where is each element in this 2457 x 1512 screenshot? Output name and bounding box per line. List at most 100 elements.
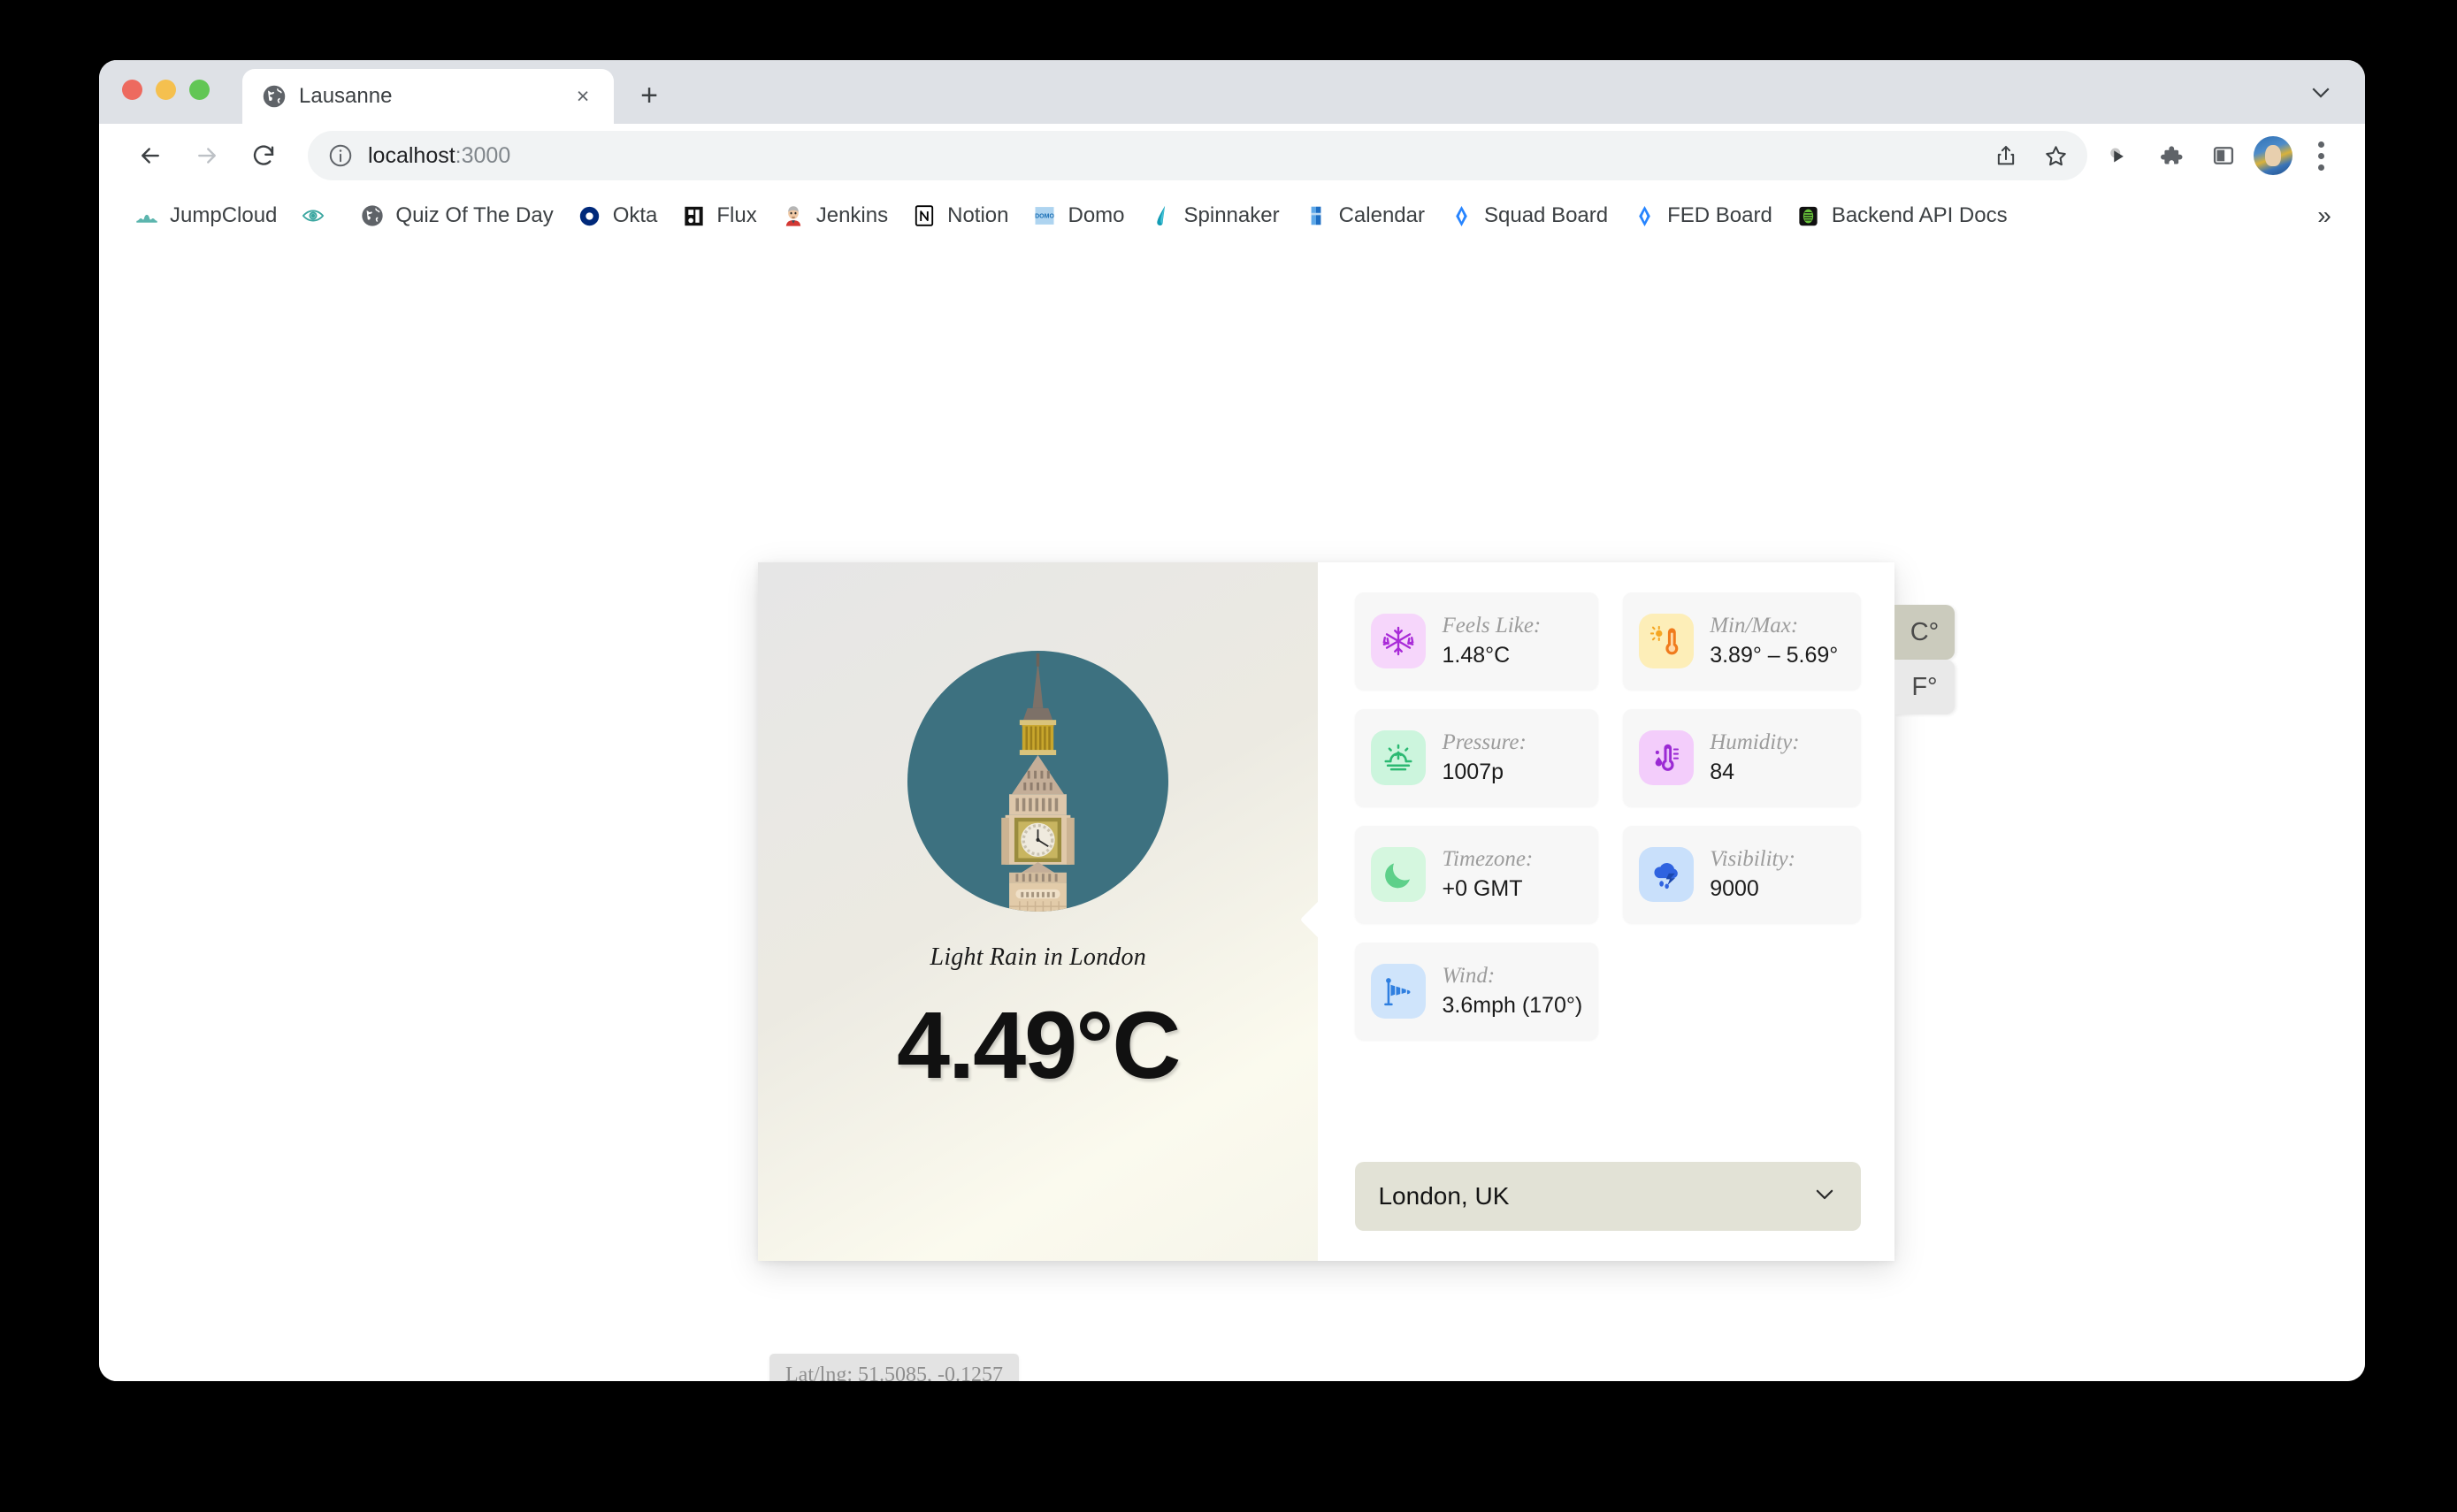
url-text: localhost:3000 (368, 143, 1983, 169)
jira-diamond-icon (1448, 202, 1474, 229)
bookmark-flux[interactable]: Flux (669, 195, 768, 236)
browser-tab[interactable]: Lausanne × (242, 69, 614, 124)
celsius-button[interactable]: C° (1894, 605, 1955, 660)
info-circle-icon[interactable] (327, 142, 354, 169)
bookmark-label: FED Board (1667, 203, 1772, 227)
extensions-puzzle-icon[interactable] (2147, 133, 2193, 179)
new-tab-button[interactable]: + (626, 73, 672, 118)
globe-icon (359, 202, 386, 229)
globe-icon (262, 84, 287, 109)
share-icon[interactable] (1983, 133, 2029, 179)
weather-stats-grid: Feels Like: 1.48°C Min/Max: 3.89° – 5.69… (1355, 592, 1861, 1040)
bookmark-star-icon[interactable] (2032, 133, 2078, 179)
bookmark-squad-board[interactable]: Squad Board (1436, 195, 1619, 236)
bookmark-label: Backend API Docs (1831, 203, 2008, 227)
url-port: :3000 (455, 142, 511, 168)
rain-cloud-icon (1639, 847, 1695, 902)
weather-details-panel: Feels Like: 1.48°C Min/Max: 3.89° – 5.69… (1318, 562, 1894, 1261)
profile-avatar[interactable] (2254, 136, 2292, 175)
weather-card: Light Rain in London 4.49°C Feels Like: … (758, 562, 1894, 1261)
bookmark-label: Domo (1068, 203, 1125, 227)
stat-label: Min/Max: (1710, 614, 1799, 638)
browser-toolbar: localhost:3000 (99, 124, 2365, 187)
bookmark-calendar[interactable]: Calendar (1291, 195, 1436, 236)
media-play-icon[interactable] (2094, 133, 2140, 179)
weather-condition: Light Rain in London (930, 943, 1146, 971)
weather-widget: C° F° Light Rain in London 4.49°C Feels … (758, 562, 1955, 1261)
bookmark-jumpcloud[interactable]: JumpCloud (122, 195, 288, 236)
minimize-window-button[interactable] (156, 79, 176, 100)
bookmark-jenkins[interactable]: Jenkins (769, 195, 899, 236)
tab-title: Lausanne (299, 84, 393, 108)
stat-label: Timezone: (1442, 847, 1534, 871)
temperature-display: 4.49°C (897, 991, 1181, 1098)
thermometer-sun-icon (1639, 614, 1695, 668)
calendar-icon (1303, 202, 1329, 229)
city-select[interactable]: London, UK (1355, 1162, 1861, 1231)
stat-body: Timezone: +0 GMT (1442, 847, 1533, 902)
stat-feels-like: Feels Like: 1.48°C (1355, 592, 1599, 690)
stat-body: Feels Like: 1.48°C (1442, 614, 1541, 668)
stat-label: Pressure: (1442, 730, 1527, 754)
bookmark-spinnaker[interactable]: Spinnaker (1137, 195, 1291, 236)
stat-humidity: Humidity: 84 (1623, 709, 1861, 806)
unit-toggle-group: C° F° (1894, 605, 1955, 714)
svg-text:DOMO: DOMO (1036, 213, 1055, 219)
eye-icon (300, 202, 326, 229)
bookmark-domo[interactable]: DOMO Domo (1020, 195, 1136, 236)
stat-body: Min/Max: 3.89° – 5.69° (1710, 614, 1838, 668)
forward-arrow-icon[interactable] (182, 131, 232, 180)
kebab-menu-icon[interactable] (2300, 133, 2342, 179)
stat-visibility: Visibility: 9000 (1623, 826, 1861, 923)
bookmark-label: Spinnaker (1183, 203, 1280, 227)
bookmark-label: Calendar (1338, 203, 1425, 227)
jenkins-butler-icon (780, 202, 807, 229)
stat-value: 9000 (1710, 876, 1759, 901)
bookmark-label: Okta (612, 203, 658, 227)
snowflake-icon (1371, 614, 1427, 668)
bookmarks-overflow-button[interactable]: » (2305, 196, 2344, 235)
bookmark-label: Squad Board (1484, 203, 1609, 227)
moon-icon (1371, 847, 1427, 902)
bookmark-label: Quiz Of The Day (395, 203, 554, 227)
bookmark-notion[interactable]: Notion (899, 195, 1020, 236)
flux-icon (680, 202, 707, 229)
thermometer-humidity-icon (1639, 730, 1695, 785)
stat-wind: Wind: 3.6mph (170°) (1355, 943, 1599, 1040)
stat-body: Wind: 3.6mph (170°) (1442, 964, 1582, 1019)
side-panel-icon[interactable] (2201, 133, 2247, 179)
browser-window: Lausanne × + localhost:3000 JumpCloud Qu… (99, 60, 2365, 1381)
bookmark-fed-board[interactable]: FED Board (1619, 195, 1784, 236)
fahrenheit-button[interactable]: F° (1894, 660, 1955, 714)
weather-summary-panel: Light Rain in London 4.49°C (758, 562, 1319, 1261)
maximize-window-button[interactable] (189, 79, 210, 100)
city-select-value: London, UK (1378, 1182, 1510, 1210)
sunrise-icon (1371, 730, 1427, 785)
close-window-button[interactable] (122, 79, 142, 100)
stat-min-max: Min/Max: 3.89° – 5.69° (1623, 592, 1861, 690)
windsock-icon (1371, 964, 1427, 1019)
bookmark-eye[interactable] (288, 195, 348, 236)
stat-label: Humidity: (1710, 730, 1800, 754)
stat-body: Visibility: 9000 (1710, 847, 1795, 902)
stat-label: Wind: (1442, 964, 1496, 988)
stat-timezone: Timezone: +0 GMT (1355, 826, 1599, 923)
address-bar[interactable]: localhost:3000 (308, 131, 2087, 180)
back-arrow-icon[interactable] (126, 131, 175, 180)
tab-strip: Lausanne × + (99, 60, 2365, 124)
stat-value: +0 GMT (1442, 876, 1523, 901)
stat-value: 3.89° – 5.69° (1710, 643, 1839, 668)
latlng-tooltip: Lat/lng: 51.5085, -0.1257 (769, 1354, 1019, 1381)
bookmark-backend-api-docs[interactable]: Backend API Docs (1784, 195, 2019, 236)
close-icon[interactable]: × (570, 83, 596, 110)
bookmark-quiz-of-the-day[interactable]: Quiz Of The Day (348, 195, 564, 236)
stat-value: 1007p (1442, 760, 1504, 784)
stat-body: Humidity: 84 (1710, 730, 1799, 785)
bookmark-label: Notion (947, 203, 1009, 227)
domo-icon: DOMO (1031, 202, 1058, 229)
stat-value: 84 (1710, 760, 1734, 784)
url-host: localhost (368, 142, 455, 168)
chevron-down-icon[interactable] (2303, 74, 2338, 110)
reload-icon[interactable] (239, 131, 288, 180)
bookmark-okta[interactable]: Okta (565, 195, 670, 236)
